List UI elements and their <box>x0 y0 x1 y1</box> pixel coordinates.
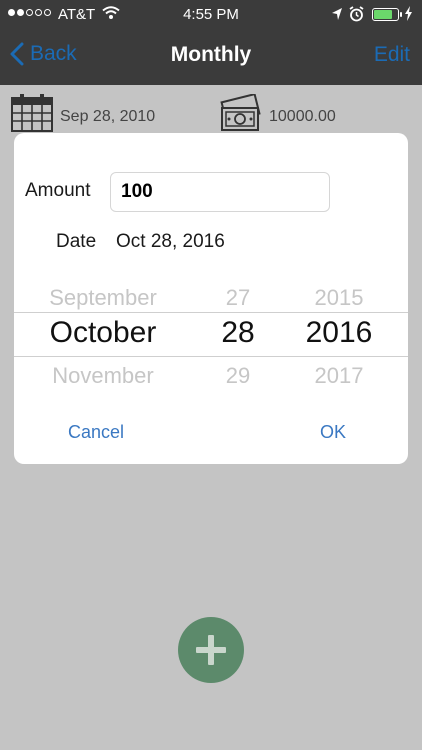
day-selected[interactable]: 28 <box>208 316 268 350</box>
alarm-icon <box>349 6 364 25</box>
start-date: Sep 28, 2010 <box>60 108 156 125</box>
year-next[interactable]: 2017 <box>294 363 384 389</box>
status-bar: AT&T 4:55 PM <box>0 0 422 30</box>
page-title: Monthly <box>170 43 252 66</box>
top-bar: AT&T 4:55 PM Back Monthly Edit <box>0 0 422 85</box>
ok-button[interactable]: OK <box>320 422 346 443</box>
date-picker[interactable]: September October November 27 28 29 2015… <box>14 278 408 388</box>
year-wheel[interactable]: 2015 2016 2017 <box>294 278 384 388</box>
day-next[interactable]: 29 <box>208 363 268 389</box>
edit-button[interactable]: Edit <box>374 43 410 67</box>
navigation-bar: Back Monthly Edit <box>0 30 422 85</box>
month-selected[interactable]: October <box>28 316 178 350</box>
month-prev[interactable]: September <box>28 285 178 311</box>
location-icon <box>331 7 343 24</box>
cancel-button[interactable]: Cancel <box>68 422 124 443</box>
month-wheel[interactable]: September October November <box>28 278 178 388</box>
year-selected[interactable]: 2016 <box>294 316 384 350</box>
plus-icon <box>196 635 226 665</box>
day-wheel[interactable]: 27 28 29 <box>208 278 268 388</box>
amount-label: Amount <box>25 180 91 201</box>
year-prev[interactable]: 2015 <box>294 285 384 311</box>
month-next[interactable]: November <box>28 363 178 389</box>
add-button[interactable] <box>178 617 244 683</box>
calendar-icon <box>10 93 54 138</box>
date-label: Date <box>56 231 97 252</box>
charging-icon <box>404 6 413 24</box>
amount-input[interactable] <box>110 172 330 212</box>
entry-dialog: Amount Date Oct 28, 2016 September Octob… <box>14 133 408 464</box>
day-prev[interactable]: 27 <box>208 285 268 311</box>
battery-icon <box>372 8 402 21</box>
total-amount: 10000.00 <box>269 108 336 125</box>
date-value: Oct 28, 2016 <box>116 231 225 252</box>
